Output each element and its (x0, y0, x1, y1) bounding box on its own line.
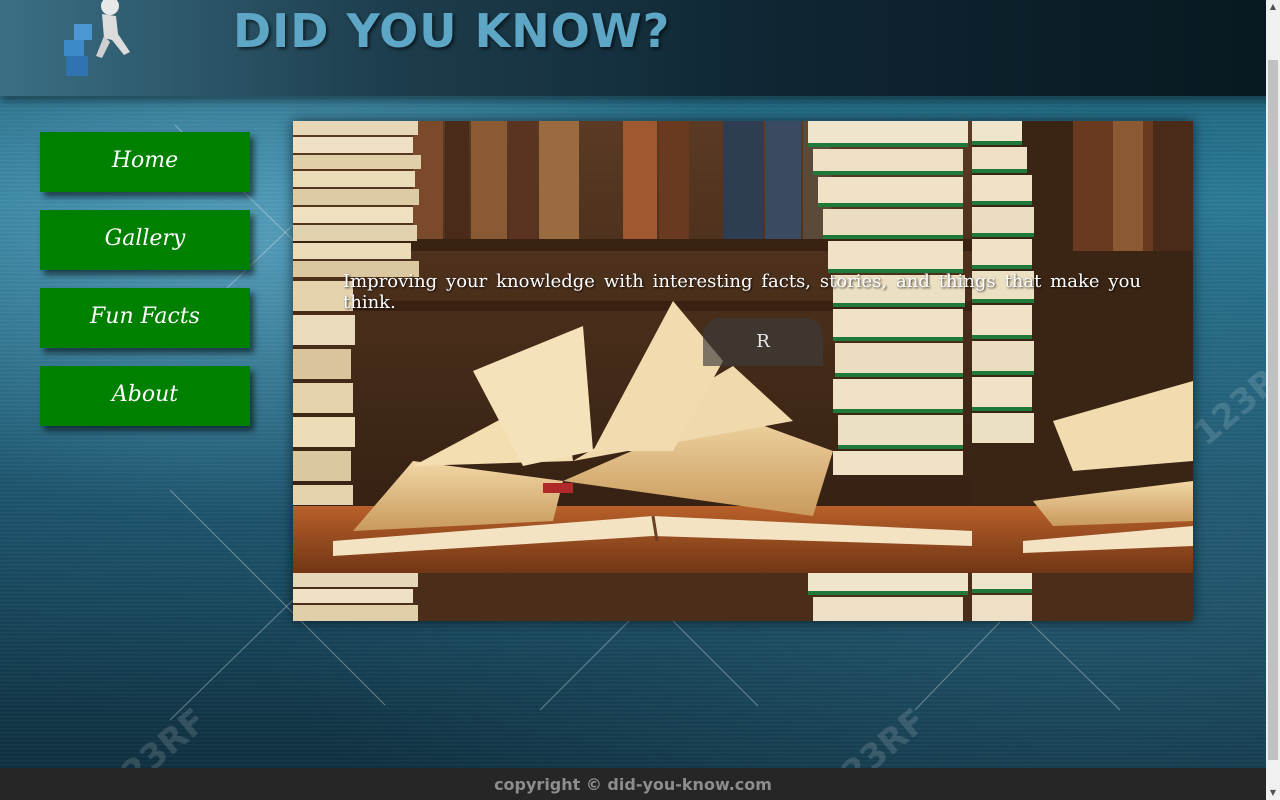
scroll-up-icon[interactable]: ▲ (1266, 0, 1280, 14)
slide-caption: Improving your knowledge with interestin… (343, 271, 1141, 313)
main-navigation: Home Gallery Fun Facts About (40, 132, 250, 444)
nav-about-button[interactable]: About (40, 366, 250, 426)
nav-gallery-button[interactable]: Gallery (40, 210, 250, 270)
thinking-figure-icon (64, 0, 130, 76)
books-slide-image (293, 121, 1193, 621)
image-slider: Improving your knowledge with interestin… (293, 121, 1193, 621)
nav-home-button[interactable]: Home (40, 132, 250, 192)
page-scrollbar[interactable]: ▲ ▼ (1266, 0, 1280, 800)
scrollbar-thumb[interactable] (1268, 60, 1278, 760)
site-title: DID YOU KNOW? (233, 4, 671, 58)
site-header: DID YOU KNOW? (0, 0, 1280, 96)
site-footer: copyright © did-you-know.com (0, 768, 1266, 800)
slide-read-more-button[interactable]: R (703, 318, 823, 366)
nav-fun-facts-button[interactable]: Fun Facts (40, 288, 250, 348)
scroll-down-icon[interactable]: ▼ (1266, 786, 1280, 800)
